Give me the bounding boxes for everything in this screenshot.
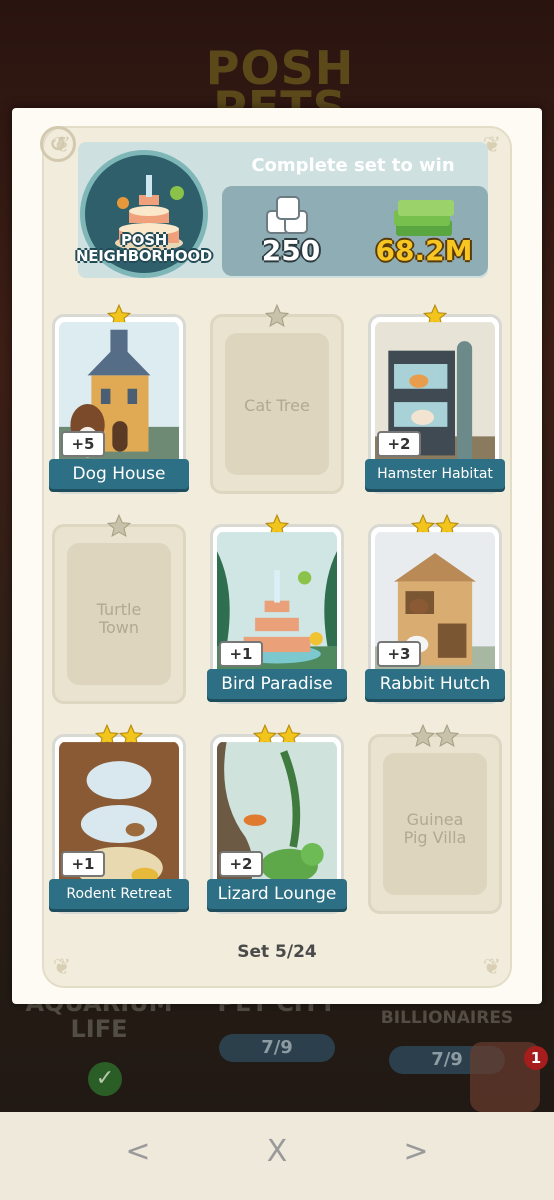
star-icon	[410, 723, 436, 749]
card-name: Dog House	[49, 459, 189, 489]
card-lizard-lounge[interactable]: +2 Lizard Lounge	[207, 723, 347, 914]
card-name: Turtle Town	[96, 600, 142, 637]
card-stars	[213, 303, 341, 331]
star-icon	[434, 723, 460, 749]
star-icon	[106, 513, 132, 539]
card-name: Bird Paradise	[207, 669, 347, 699]
card-dog-house[interactable]: +5 Dog House	[49, 303, 189, 494]
corner-ornament-icon: ❦	[52, 955, 72, 980]
card-stars	[371, 723, 499, 751]
duplicate-count: +2	[377, 431, 421, 457]
set-count: Set 5/24	[237, 942, 317, 962]
card-rodent-retreat[interactable]: +1 Rodent Retreat	[49, 723, 189, 914]
complete-set-label: Complete set to win	[251, 155, 455, 176]
history-icon[interactable]: ↺	[40, 126, 76, 162]
duplicate-count: +3	[377, 641, 421, 667]
card-turtle-town[interactable]: Turtle Town	[52, 513, 186, 704]
previous-set-button[interactable]: <	[118, 1132, 158, 1172]
card-cat-tree[interactable]: Cat Tree	[210, 303, 344, 494]
checkmark-icon: ✓	[88, 1062, 122, 1096]
card-name: Hamster Habitat	[365, 459, 505, 489]
card-stars	[55, 513, 183, 541]
card-guinea-pig-villa[interactable]: Guinea Pig Villa	[368, 723, 502, 914]
card-name: Rodent Retreat	[49, 879, 189, 909]
set-name: POSH NEIGHBORHOOD	[76, 231, 212, 265]
duplicate-count: +2	[219, 851, 263, 877]
background-set-progress: 7/9	[219, 1034, 335, 1062]
reward-dice-value: 250	[261, 234, 321, 267]
duplicate-count: +5	[61, 431, 105, 457]
card-name: Lizard Lounge	[207, 879, 347, 909]
card-name: Cat Tree	[244, 396, 310, 415]
card-name: Guinea Pig Villa	[403, 810, 467, 847]
card-bird-paradise[interactable]: +1 Bird Paradise	[207, 513, 347, 704]
next-set-button[interactable]: >	[396, 1132, 436, 1172]
cash-icon	[390, 196, 458, 236]
star-icon	[264, 303, 290, 329]
close-button[interactable]: X	[257, 1132, 297, 1172]
dice-icon	[264, 196, 316, 238]
corner-ornament-icon: ❦	[482, 955, 502, 980]
card-rabbit-hutch[interactable]: +3 Rabbit Hutch	[365, 513, 505, 704]
duplicate-count: +1	[61, 851, 105, 877]
card-hamster-habitat[interactable]: +2 Hamster Habitat	[365, 303, 505, 494]
reward-cash-value: 68.2M	[375, 234, 473, 267]
duplicate-count: +1	[219, 641, 263, 667]
card-name: Rabbit Hutch	[365, 669, 505, 699]
notification-badge: 1	[524, 1046, 548, 1070]
